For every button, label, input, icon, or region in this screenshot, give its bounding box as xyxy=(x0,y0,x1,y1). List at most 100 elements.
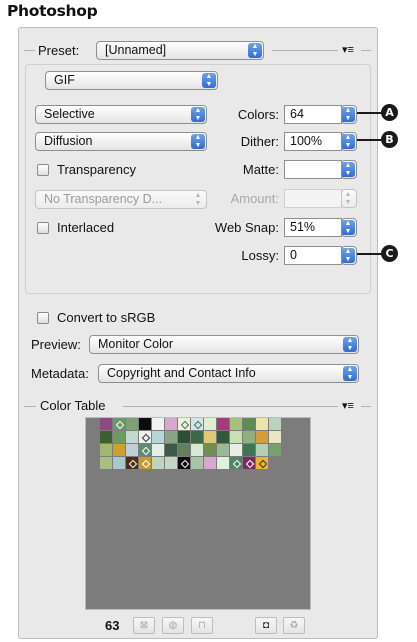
color-swatch[interactable] xyxy=(256,418,268,430)
color-swatch[interactable] xyxy=(217,444,229,456)
color-swatch[interactable] xyxy=(178,444,190,456)
color-swatch[interactable] xyxy=(126,418,138,430)
color-swatch[interactable] xyxy=(100,457,112,469)
dither-algorithm-select[interactable]: Diffusion ▲ ▼ xyxy=(35,132,207,151)
color-swatch[interactable] xyxy=(256,444,268,456)
color-table-menu-icon[interactable]: ▾≡ xyxy=(342,401,354,412)
trash-icon[interactable]: ♻ xyxy=(283,617,305,634)
panel-menu-icon[interactable]: ▾≡ xyxy=(342,45,354,56)
color-swatch[interactable] xyxy=(139,418,151,430)
color-swatch[interactable] xyxy=(165,444,177,456)
color-swatch[interactable] xyxy=(165,418,177,430)
color-swatch[interactable] xyxy=(178,431,190,443)
transparency-dither-select[interactable]: No Transparency D... ▲ ▼ xyxy=(35,190,207,209)
color-swatch[interactable] xyxy=(191,444,203,456)
color-swatch[interactable] xyxy=(243,418,255,430)
color-swatch[interactable] xyxy=(152,444,164,456)
color-reduction-value: Selective xyxy=(44,107,95,121)
color-swatch[interactable] xyxy=(178,418,190,430)
color-swatch[interactable] xyxy=(243,457,255,469)
color-swatch[interactable] xyxy=(269,444,281,456)
lossy-stepper[interactable]: ▲ ▼ xyxy=(341,246,357,265)
web-snap-icon[interactable]: ◍ xyxy=(162,617,184,634)
lock-icon[interactable]: ⊓ xyxy=(191,617,213,634)
color-swatch[interactable] xyxy=(165,457,177,469)
convert-srgb-checkbox[interactable] xyxy=(37,312,49,324)
color-swatch[interactable] xyxy=(152,457,164,469)
color-swatch[interactable] xyxy=(113,418,125,430)
color-swatch[interactable] xyxy=(152,431,164,443)
lossy-label: Lossy: xyxy=(241,248,279,263)
color-swatch[interactable] xyxy=(191,431,203,443)
color-swatch[interactable] xyxy=(230,431,242,443)
divider xyxy=(24,50,35,51)
dither-stepper[interactable]: ▲ ▼ xyxy=(341,132,357,151)
color-swatch[interactable] xyxy=(204,431,216,443)
colors-input[interactable]: 64 xyxy=(284,105,342,124)
color-swatch[interactable] xyxy=(178,457,190,469)
transparency-checkbox[interactable] xyxy=(37,164,49,176)
dither-algorithm-value: Diffusion xyxy=(44,134,93,148)
color-swatch[interactable] xyxy=(217,431,229,443)
color-swatch[interactable] xyxy=(243,444,255,456)
color-swatch[interactable] xyxy=(191,457,203,469)
color-swatch[interactable] xyxy=(100,418,112,430)
color-reduction-select[interactable]: Selective ▲ ▼ xyxy=(35,105,207,124)
color-swatch[interactable] xyxy=(256,431,268,443)
color-swatch[interactable] xyxy=(204,418,216,430)
lossy-input[interactable]: 0 xyxy=(284,246,342,265)
color-swatch[interactable] xyxy=(204,457,216,469)
color-swatch[interactable] xyxy=(269,457,281,469)
metadata-select[interactable]: Copyright and Contact Info ▲ ▼ xyxy=(98,364,359,383)
preset-select[interactable]: [Unnamed] ▲ ▼ xyxy=(96,41,264,60)
color-swatch[interactable] xyxy=(139,457,151,469)
color-swatch[interactable] xyxy=(126,431,138,443)
color-table-title: Color Table xyxy=(40,398,106,413)
amount-input[interactable] xyxy=(284,189,342,208)
color-swatch[interactable] xyxy=(204,444,216,456)
interlaced-checkbox[interactable] xyxy=(37,222,49,234)
web-snap-input[interactable]: 51% xyxy=(284,218,342,237)
select-arrows-icon: ▲ ▼ xyxy=(342,248,355,263)
color-swatch[interactable] xyxy=(152,418,164,430)
format-select[interactable]: GIF ▲ ▼ xyxy=(45,71,218,90)
metadata-value: Copyright and Contact Info xyxy=(107,366,256,380)
color-swatch[interactable] xyxy=(100,431,112,443)
amount-stepper[interactable]: ▲ ▼ xyxy=(341,189,357,208)
color-swatch[interactable] xyxy=(165,431,177,443)
preview-select[interactable]: Monitor Color ▲ ▼ xyxy=(89,335,359,354)
new-color-icon[interactable]: ◘ xyxy=(255,617,277,634)
matte-input[interactable] xyxy=(284,160,342,179)
color-swatch[interactable] xyxy=(113,444,125,456)
preset-value: [Unnamed] xyxy=(105,43,167,57)
dither-input[interactable]: 100% xyxy=(284,132,342,151)
amount-label: Amount: xyxy=(230,191,279,206)
color-swatch[interactable] xyxy=(230,457,242,469)
color-swatch[interactable] xyxy=(100,444,112,456)
color-swatch[interactable] xyxy=(139,431,151,443)
web-safe-marker-icon xyxy=(180,420,190,430)
color-swatch[interactable] xyxy=(191,418,203,430)
web-shift-icon[interactable]: ⊠ xyxy=(133,617,155,634)
color-swatch[interactable] xyxy=(230,444,242,456)
color-swatch[interactable] xyxy=(139,444,151,456)
color-swatch[interactable] xyxy=(126,444,138,456)
color-swatch[interactable] xyxy=(230,418,242,430)
web-snap-stepper[interactable]: ▲ ▼ xyxy=(341,218,357,237)
web-safe-marker-icon xyxy=(115,420,125,430)
color-swatch[interactable] xyxy=(113,457,125,469)
select-arrows-icon: ▲ ▼ xyxy=(248,43,262,58)
color-swatch[interactable] xyxy=(269,431,281,443)
colors-stepper[interactable]: ▲ ▼ xyxy=(341,105,357,124)
divider xyxy=(272,50,338,51)
preview-label: Preview: xyxy=(31,337,81,352)
color-swatch[interactable] xyxy=(126,457,138,469)
color-swatch[interactable] xyxy=(217,457,229,469)
color-swatch[interactable] xyxy=(243,431,255,443)
matte-stepper[interactable]: ▲ ▼ xyxy=(341,160,357,179)
color-swatch[interactable] xyxy=(113,431,125,443)
color-swatch[interactable] xyxy=(256,457,268,469)
color-swatch[interactable] xyxy=(217,418,229,430)
format-value: GIF xyxy=(54,73,75,87)
color-swatch[interactable] xyxy=(269,418,281,430)
